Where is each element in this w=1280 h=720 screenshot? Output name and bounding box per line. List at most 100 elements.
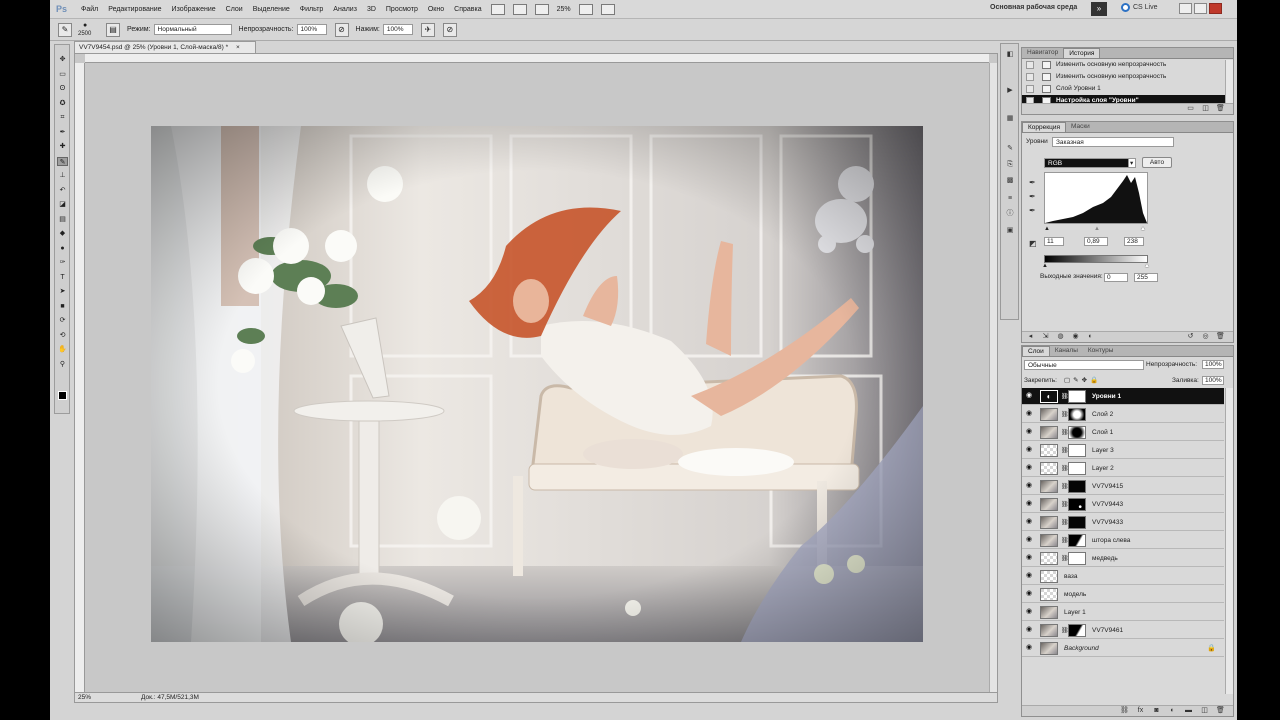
layer-visibility-eye-icon[interactable]: ◉ bbox=[1026, 626, 1033, 633]
new-layer-icon[interactable]: ◫ bbox=[1200, 707, 1209, 715]
zoom-tool-icon[interactable]: ⚲ bbox=[57, 360, 68, 369]
vertical-ruler[interactable] bbox=[75, 63, 85, 692]
layer-thumbnail[interactable] bbox=[1040, 426, 1058, 439]
history-state[interactable]: Изменить основную непрозрачность bbox=[1022, 71, 1233, 83]
layer-mask-thumbnail[interactable] bbox=[1068, 624, 1086, 637]
layer-visibility-eye-icon[interactable]: ◉ bbox=[1026, 500, 1033, 507]
layer-row[interactable]: ◉ ⛓ VV7V9461 bbox=[1022, 622, 1224, 639]
black-input-slider-icon[interactable]: ▲ bbox=[1044, 226, 1050, 232]
layer-thumbnail[interactable] bbox=[1040, 516, 1058, 529]
return-to-list-icon[interactable]: ◂ bbox=[1026, 333, 1035, 341]
layer-row[interactable]: ◉ ⛓ медведь bbox=[1022, 550, 1224, 567]
brush-tool-icon[interactable]: ✎ bbox=[57, 156, 68, 166]
layer-row[interactable]: ◉ Layer 1 bbox=[1022, 604, 1224, 621]
reset-icon[interactable]: ↺ bbox=[1186, 333, 1195, 341]
auto-button[interactable]: Авто bbox=[1142, 157, 1172, 168]
flow-input[interactable]: 100% bbox=[382, 24, 413, 35]
layer-visibility-eye-icon[interactable]: ◉ bbox=[1026, 482, 1033, 489]
layer-mask-thumbnail[interactable] bbox=[1068, 444, 1086, 457]
layer-row[interactable]: ◉ ⛓ Layer 3 bbox=[1022, 442, 1224, 459]
menu-item[interactable]: Выделение bbox=[248, 6, 295, 13]
cs-live-button[interactable]: CS Live bbox=[1121, 3, 1158, 12]
menu-item[interactable]: Слои bbox=[221, 6, 248, 13]
gray-point-eyedropper-icon[interactable]: ✒ bbox=[1029, 192, 1038, 201]
layer-opacity-input[interactable]: 100% bbox=[1202, 360, 1224, 369]
menu-item[interactable]: Окно bbox=[423, 6, 449, 13]
workspace-name[interactable]: Основная рабочая среда bbox=[990, 4, 1077, 11]
crop-tool-icon[interactable]: ⌗ bbox=[57, 113, 68, 122]
layer-thumbnail[interactable] bbox=[1040, 534, 1058, 547]
history-scrollbar[interactable] bbox=[1225, 60, 1233, 104]
tab-masks[interactable]: Маски bbox=[1066, 122, 1095, 132]
image-canvas[interactable] bbox=[151, 126, 923, 642]
delete-state-icon[interactable]: 🗑 bbox=[1216, 105, 1225, 113]
status-zoom[interactable]: 25% bbox=[75, 693, 97, 703]
input-black-field[interactable]: 11 bbox=[1044, 237, 1064, 246]
layer-thumbnail[interactable] bbox=[1040, 606, 1058, 619]
layer-thumbnail[interactable]: ◐ bbox=[1040, 390, 1058, 403]
tab-navigator[interactable]: Навигатор bbox=[1022, 48, 1063, 58]
shape-tool-icon[interactable]: ■ bbox=[57, 302, 68, 311]
menu-item[interactable]: 3D bbox=[362, 6, 381, 13]
layer-thumbnail[interactable] bbox=[1040, 588, 1058, 601]
layer-thumbnail[interactable] bbox=[1040, 480, 1058, 493]
lasso-tool-icon[interactable]: ʘ bbox=[57, 84, 68, 93]
3d-camera-tool-icon[interactable]: ⟲ bbox=[57, 331, 68, 340]
new-group-icon[interactable]: ▬ bbox=[1184, 707, 1193, 715]
status-doc-size[interactable]: Док.: 47,5M/521,3M bbox=[141, 693, 199, 703]
history-brush-tool-icon[interactable]: ↶ bbox=[57, 186, 68, 195]
horizontal-ruler[interactable] bbox=[85, 54, 989, 63]
view-previous-icon[interactable]: ◐ bbox=[1086, 333, 1095, 341]
menu-item[interactable]: Анализ bbox=[328, 6, 362, 13]
layer-mask-thumbnail[interactable] bbox=[1068, 408, 1086, 421]
color-panel-icon[interactable]: ▩ bbox=[1004, 176, 1016, 186]
levels-histogram[interactable] bbox=[1044, 172, 1148, 224]
maximize-button[interactable] bbox=[1194, 3, 1207, 14]
layer-row[interactable]: ◉ модель bbox=[1022, 586, 1224, 603]
layer-thumbnail[interactable] bbox=[1040, 552, 1058, 565]
menu-item[interactable]: Редактирование bbox=[103, 6, 166, 13]
gradient-tool-icon[interactable]: ▤ bbox=[57, 215, 68, 224]
tab-adjustments[interactable]: Коррекция bbox=[1022, 122, 1066, 132]
pressure-opacity-icon[interactable]: ⊘ bbox=[334, 22, 349, 37]
3d-rotate-tool-icon[interactable]: ⟳ bbox=[57, 316, 68, 325]
layer-mask-thumbnail[interactable] bbox=[1068, 390, 1086, 403]
preview-icon[interactable]: ◎ bbox=[1201, 333, 1210, 341]
menu-item[interactable]: Фильтр bbox=[295, 6, 329, 13]
zoom-level-select[interactable]: 25% bbox=[557, 6, 571, 13]
healing-tool-icon[interactable]: ✚ bbox=[57, 142, 68, 151]
layers-scrollbar[interactable] bbox=[1225, 388, 1233, 694]
opacity-input[interactable]: 100% bbox=[296, 24, 327, 35]
layer-visibility-eye-icon[interactable]: ◉ bbox=[1026, 464, 1033, 471]
layer-mask-thumbnail[interactable] bbox=[1068, 480, 1086, 493]
clip-warning-icon[interactable]: ◩ bbox=[1029, 239, 1038, 248]
layer-visibility-eye-icon[interactable]: ◉ bbox=[1026, 554, 1033, 561]
tab-layers[interactable]: Слои bbox=[1022, 346, 1050, 356]
close-button[interactable] bbox=[1209, 3, 1222, 14]
hand-tool-icon[interactable]: ✋ bbox=[57, 345, 68, 354]
bridge-icon[interactable] bbox=[490, 3, 505, 15]
move-tool-icon[interactable]: ✥ bbox=[57, 55, 68, 64]
swatches-panel-icon[interactable]: ≡ bbox=[1004, 194, 1016, 204]
channel-select[interactable]: RGB bbox=[1044, 158, 1134, 168]
mode-select[interactable]: Нормальный bbox=[153, 24, 232, 35]
clip-to-layer-icon[interactable]: ◍ bbox=[1056, 333, 1065, 341]
gamma-input-slider-icon[interactable]: ▲ bbox=[1094, 226, 1100, 232]
layer-mask-thumbnail[interactable] bbox=[1068, 498, 1086, 511]
history-state[interactable]: Изменить основную непрозрачность bbox=[1022, 59, 1233, 71]
layer-visibility-eye-icon[interactable]: ◉ bbox=[1026, 518, 1033, 525]
layer-visibility-eye-icon[interactable]: ◉ bbox=[1026, 428, 1033, 435]
brush-panel-toggle-icon[interactable]: ▤ bbox=[106, 22, 120, 37]
minibridge-icon[interactable] bbox=[512, 3, 527, 15]
brush-size-picker[interactable]: ● 2500 bbox=[78, 21, 100, 39]
layer-thumbnail[interactable] bbox=[1040, 570, 1058, 583]
fill-input[interactable]: 100% bbox=[1202, 376, 1224, 385]
tab-paths[interactable]: Контуры bbox=[1083, 346, 1119, 356]
menu-item[interactable]: Просмотр bbox=[381, 6, 423, 13]
character-panel-icon[interactable]: ▣ bbox=[1004, 226, 1016, 236]
eyedropper-tool-icon[interactable]: ✒ bbox=[57, 128, 68, 137]
menu-item[interactable]: Файл bbox=[76, 6, 103, 13]
info-panel-icon[interactable]: ⓘ bbox=[1004, 209, 1016, 219]
type-tool-icon[interactable]: T bbox=[57, 273, 68, 282]
layer-mask-thumbnail[interactable] bbox=[1068, 552, 1086, 565]
